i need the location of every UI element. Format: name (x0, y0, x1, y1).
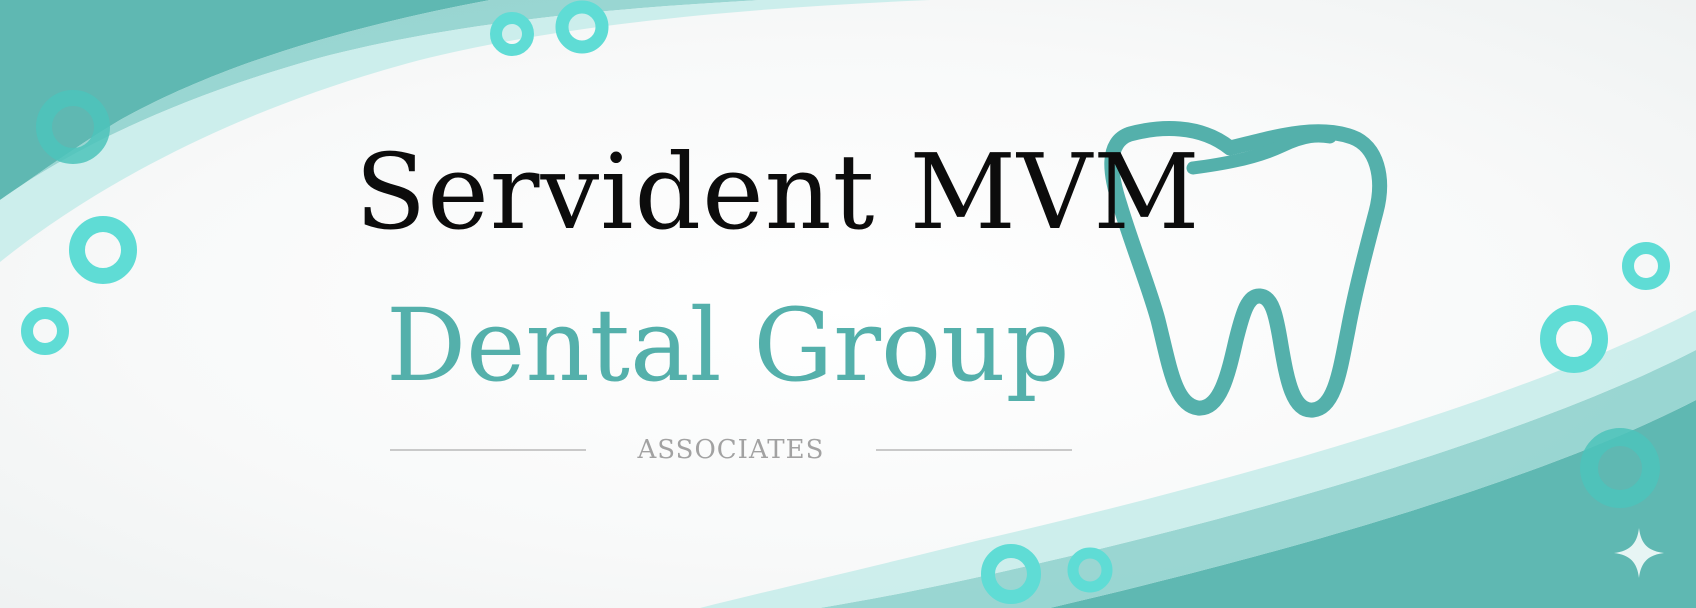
tagline-rule-left (390, 449, 586, 451)
tagline: ASSOCIATES (637, 435, 825, 465)
bubble (21, 307, 69, 355)
bubble (1540, 305, 1608, 373)
sparkle-icon (1614, 528, 1664, 578)
brand-name: Servident MVM (355, 131, 1201, 253)
tagline-row: ASSOCIATES (390, 432, 1072, 468)
bubble (69, 216, 137, 284)
banner: Servident MVM Dental Group ASSOCIATES (0, 0, 1696, 608)
brand-subtitle: Dental Group (386, 287, 1070, 404)
bubble (1622, 242, 1670, 290)
tagline-rule-right (875, 449, 1072, 451)
